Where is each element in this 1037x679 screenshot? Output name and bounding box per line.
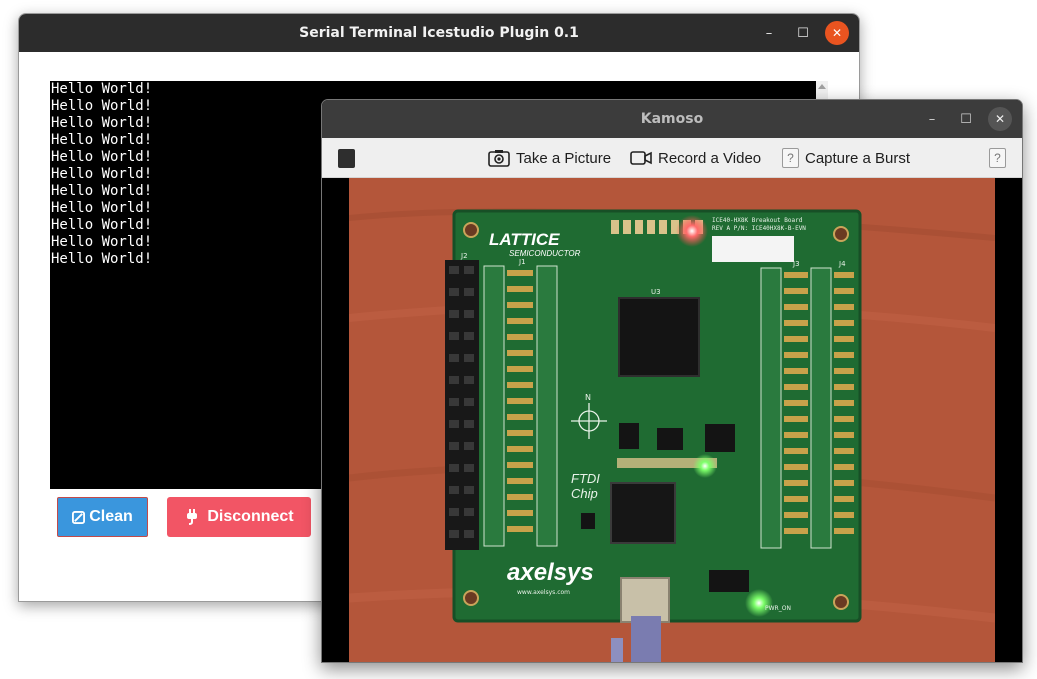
fpga-chip [618,297,700,377]
usb-cable [631,616,661,662]
j1-label: J1 [518,258,526,266]
semiconductor-text: SEMICONDUCTOR [509,249,581,258]
kamoso-window: Kamoso – ☐ ✕ Take a Picture Record a Vid… [321,99,1023,663]
capture-burst-button[interactable]: ? Capture a Burst [782,138,910,178]
camera-icon [488,150,510,167]
red-led-glow [676,215,708,247]
j3-label: J3 [792,260,800,268]
pwr-label: PWR_ON [765,605,791,612]
j4-label: J4 [838,260,846,268]
clean-button-label: Clean [89,508,133,525]
record-video-label: Record a Video [658,149,762,167]
ftdi-label: FTDI [571,471,600,486]
capture-burst-label: Capture a Burst [805,149,911,167]
scroll-up-arrow-icon[interactable] [818,84,826,89]
burst-icon: ? [782,148,799,168]
minimize-button[interactable]: – [757,21,781,45]
kamoso-toolbar: Take a Picture Record a Video ? Capture … [322,138,1022,178]
close-button[interactable]: ✕ [825,21,849,45]
maximize-button[interactable]: ☐ [954,107,978,131]
kamoso-window-title: Kamoso [640,111,704,127]
u3-label: U3 [651,288,661,296]
j2-label: J2 [460,252,468,260]
eraser-icon [72,510,86,524]
close-button[interactable]: ✕ [988,107,1012,131]
board-label-sticker [712,236,794,262]
board-rev-text: REV A P/N: ICE40HX8K-B-EVN [712,225,806,232]
usb-connector [620,577,670,623]
axelsys-url-text: www.axelsys.com [517,589,570,596]
kamoso-titlebar[interactable]: Kamoso – ☐ ✕ [322,100,1022,138]
green-led-glow-top [693,454,717,478]
plug-icon [187,509,198,525]
clean-button[interactable]: Clean [57,497,148,537]
terminal-window-title: Serial Terminal Icestudio Plugin 0.1 [299,25,579,41]
ftdi-chip [610,482,676,544]
disconnect-button-label: Disconnect [207,508,294,525]
axelsys-logo-text: axelsys [507,559,594,586]
record-video-button[interactable]: Record a Video [630,138,761,178]
settings-button[interactable]: ? [989,138,1006,178]
chip-label: Chip [571,486,598,501]
take-picture-label: Take a Picture [516,149,612,167]
lattice-logo-text: LATTICE [489,230,560,249]
video-camera-icon [630,151,652,165]
power-led-glow [745,589,773,617]
north-label: N [585,393,591,402]
minimize-button[interactable]: – [920,107,944,131]
take-picture-button[interactable]: Take a Picture [488,138,611,178]
maximize-button[interactable]: ☐ [791,21,815,45]
output-line: Hello World! [51,81,153,97]
disconnect-button[interactable]: Disconnect [167,497,311,537]
board-name-text: ICE40-HX8K Breakout Board [712,217,803,224]
unknown-icon: ? [989,148,1006,168]
camera-feed: LATTICE SEMICONDUCTOR ICE40-HX8K Breakou… [349,178,995,662]
gallery-thumbnail[interactable] [338,149,355,168]
terminal-titlebar[interactable]: Serial Terminal Icestudio Plugin 0.1 – ☐… [19,14,859,52]
